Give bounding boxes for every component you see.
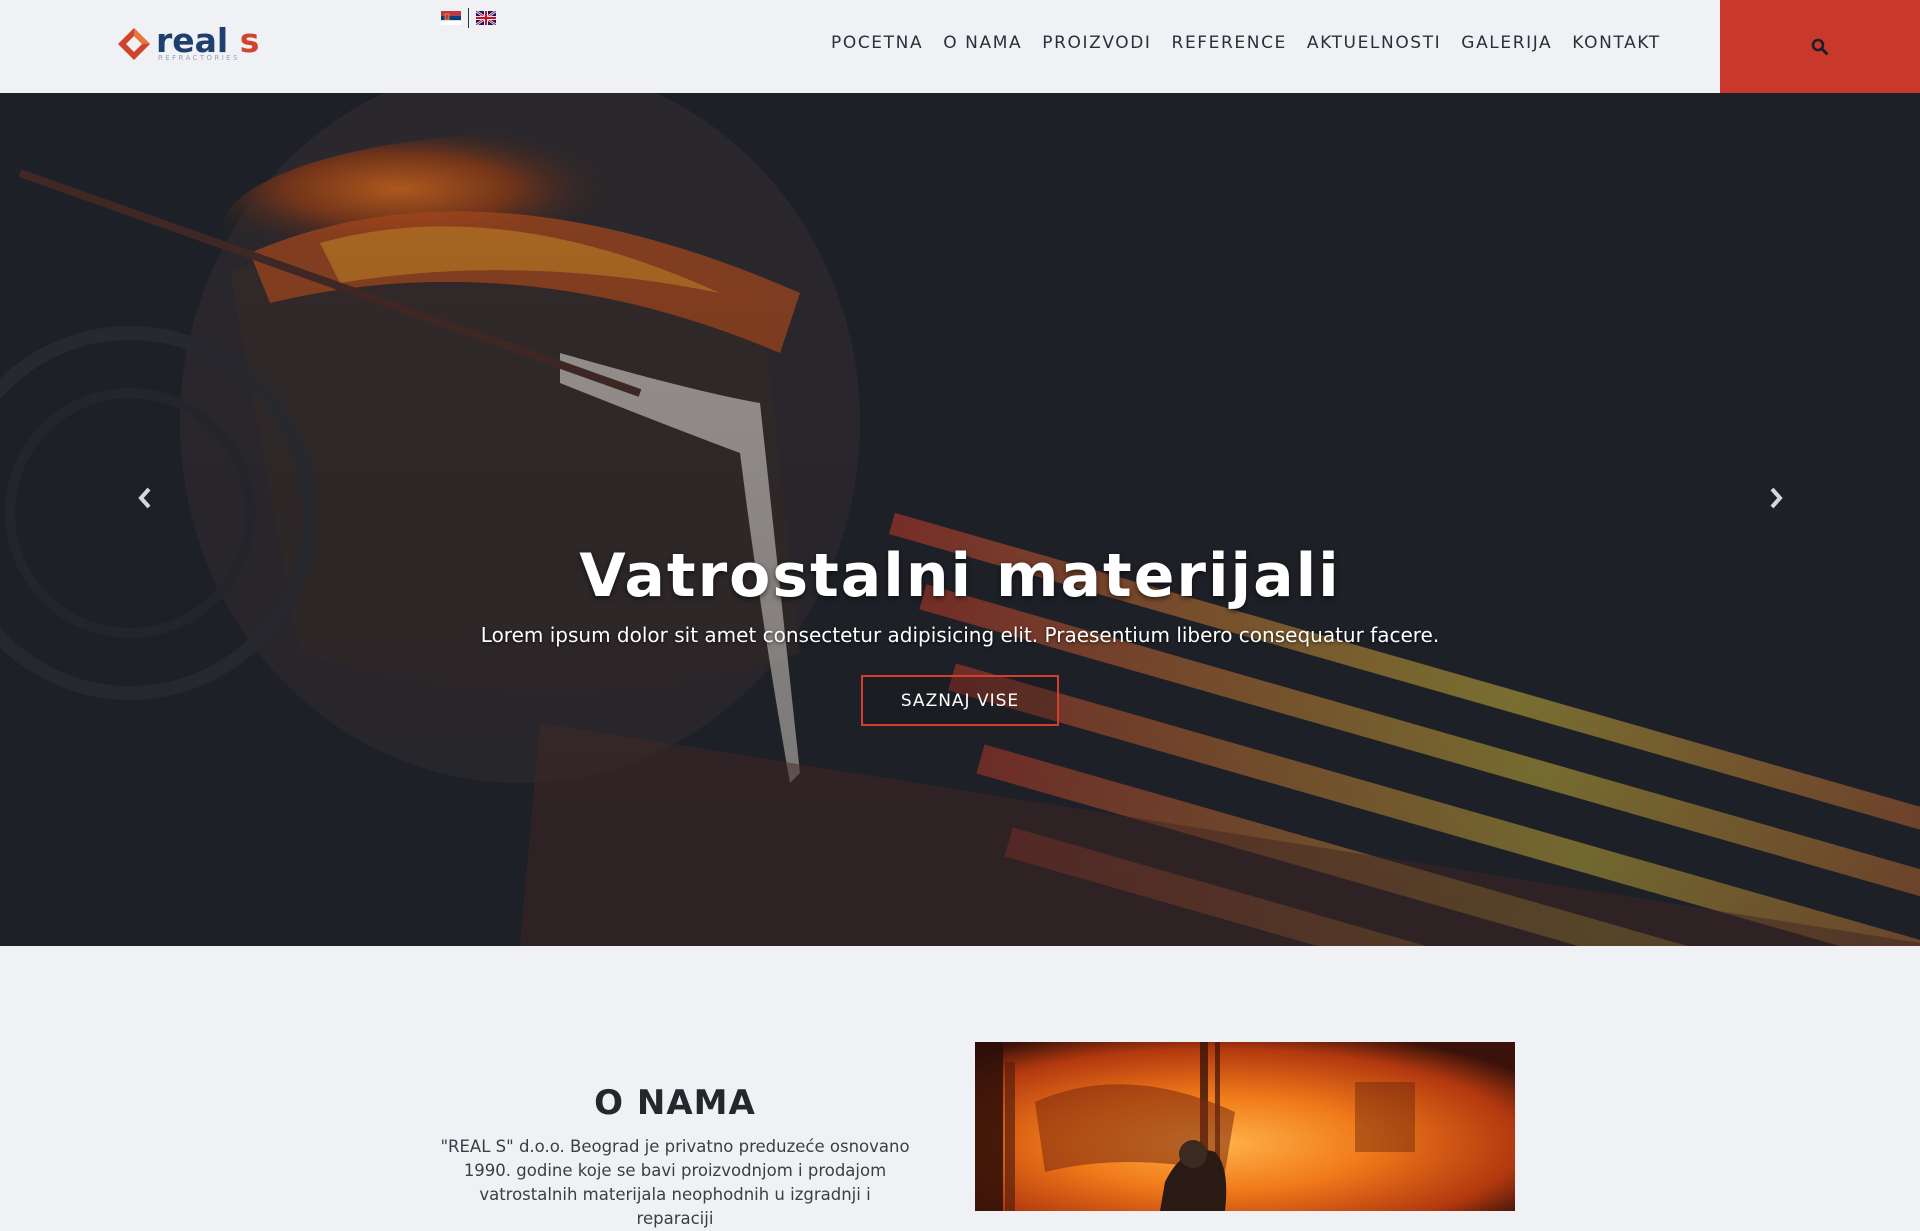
- language-divider: [468, 8, 469, 28]
- nav-item-pocetna[interactable]: POCETNA: [831, 33, 923, 53]
- nav-item-kontakt[interactable]: KONTAKT: [1572, 33, 1660, 53]
- logo[interactable]: real s REFRACTORIES: [114, 24, 284, 64]
- about-text: "REAL S" d.o.o. Beograd je privatno pred…: [440, 1137, 910, 1228]
- foundry-worker-image: [975, 1042, 1515, 1211]
- language-switcher: [441, 8, 496, 28]
- hero-slider: Vatrostalni materijali Lorem ipsum dolor…: [0, 93, 1920, 946]
- logo-subtitle: REFRACTORIES: [158, 54, 240, 62]
- chevron-right-icon: [1770, 487, 1783, 509]
- about-title: O NAMA: [594, 1083, 756, 1123]
- slider-prev-button[interactable]: [130, 478, 160, 518]
- site-header: real s REFRACTORIES POCETNA O NAMA PROIZ…: [0, 0, 1920, 93]
- uk-flag-icon[interactable]: [476, 11, 496, 25]
- chevron-left-icon: [138, 487, 151, 509]
- hero-title: Vatrostalni materijali: [579, 541, 1341, 611]
- slider-next-button[interactable]: [1761, 478, 1791, 518]
- logo-text: real s REFRACTORIES: [156, 24, 259, 64]
- nav-item-aktuelnosti[interactable]: AKTUELNOSTI: [1307, 33, 1441, 53]
- search-button[interactable]: [1720, 0, 1920, 93]
- nav-item-proizvodi[interactable]: PROIZVODI: [1042, 33, 1151, 53]
- nav-item-o-nama[interactable]: O NAMA: [943, 33, 1022, 53]
- logo-mark-icon: [118, 28, 150, 60]
- main-nav: POCETNA O NAMA PROIZVODI REFERENCE AKTUE…: [821, 31, 1671, 55]
- nav-item-galerija[interactable]: GALERIJA: [1461, 33, 1552, 53]
- logo-word-accent: s: [239, 21, 260, 60]
- hero-background-image: [0, 93, 1920, 946]
- about-image: [975, 1042, 1515, 1211]
- learn-more-button[interactable]: SAZNAJ VISE: [861, 675, 1059, 726]
- serbian-flag-icon[interactable]: [441, 11, 461, 25]
- nav-item-reference[interactable]: REFERENCE: [1172, 33, 1287, 53]
- hero-subtitle: Lorem ipsum dolor sit amet consectetur a…: [480, 623, 1440, 647]
- search-icon: [1811, 38, 1828, 55]
